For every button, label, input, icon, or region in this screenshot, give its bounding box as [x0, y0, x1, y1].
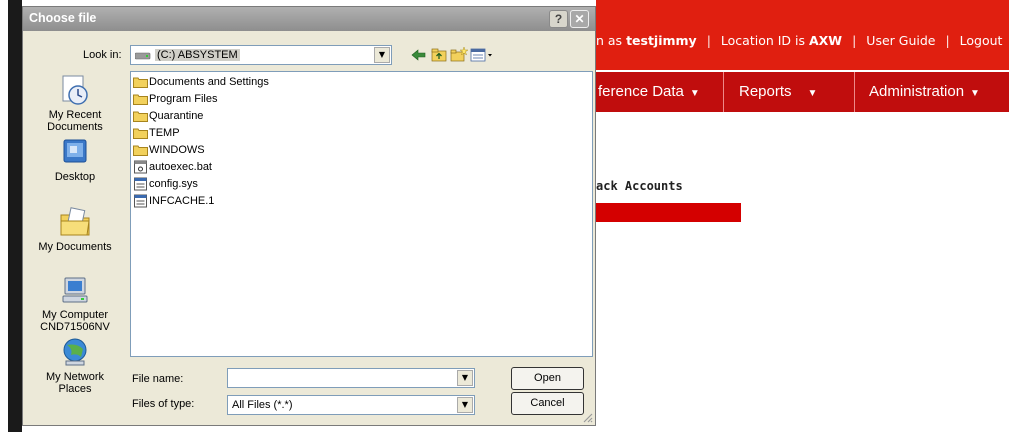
- cancel-button[interactable]: Cancel: [511, 392, 584, 415]
- dialog-title: Choose file: [29, 11, 97, 25]
- file-name: Program Files: [149, 93, 218, 105]
- file-name: WINDOWS: [149, 144, 205, 156]
- look-in-label: Look in:: [83, 49, 122, 61]
- system-file-icon: [134, 177, 147, 191]
- place-label: My Network Places: [27, 371, 123, 395]
- nav-reports-label: Reports: [739, 83, 792, 100]
- folder-icon: [133, 145, 148, 157]
- network-places-icon: [63, 338, 87, 366]
- separator: |: [706, 33, 711, 48]
- list-item[interactable]: autoexec.bat: [133, 159, 212, 175]
- folder-icon: [133, 111, 148, 123]
- separator: |: [945, 33, 950, 48]
- separator: |: [852, 33, 857, 48]
- folder-icon: [133, 128, 148, 140]
- user-bar: n as testjimmy | Location ID is AXW | Us…: [596, 33, 1009, 48]
- chevron-down-icon[interactable]: ▼: [457, 370, 473, 386]
- place-label: Desktop: [27, 171, 123, 183]
- file-type-label: Files of type:: [132, 398, 195, 410]
- list-item[interactable]: Documents and Settings: [133, 74, 269, 90]
- nav-administration-label: Administration: [869, 83, 965, 100]
- place-label-text: Desktop: [54, 171, 96, 183]
- logout-link[interactable]: Logout: [960, 33, 1003, 48]
- file-name: autoexec.bat: [149, 161, 212, 173]
- file-name: INFCACHE.1: [149, 195, 215, 207]
- drive-icon: [135, 52, 151, 60]
- place-label-text: My Recent Documents: [47, 109, 103, 133]
- system-file-icon: [134, 194, 147, 208]
- file-name: TEMP: [149, 127, 180, 139]
- place-label: My Documents: [27, 241, 123, 253]
- place-my-documents[interactable]: My Documents: [27, 205, 123, 253]
- list-item[interactable]: Program Files: [133, 91, 217, 107]
- chevron-down-icon: ▼: [970, 88, 980, 99]
- list-item[interactable]: WINDOWS: [133, 142, 205, 158]
- list-item[interactable]: TEMP: [133, 125, 180, 141]
- place-label-text: My Network Places: [45, 371, 105, 395]
- chevron-down-icon: ▼: [807, 88, 818, 99]
- left-edge-dark: [8, 0, 22, 432]
- main-nav: ference Data ▼ Reports ▼ Administration ▼: [596, 72, 1009, 112]
- file-name: Quarantine: [149, 110, 204, 122]
- login-prefix: n as: [596, 33, 623, 48]
- place-recent-documents[interactable]: My Recent Documents: [27, 73, 123, 133]
- file-name: config.sys: [149, 178, 198, 190]
- file-name-label: File name:: [132, 373, 184, 385]
- places-bar: My Recent Documents Desktop My Documents: [27, 65, 123, 415]
- my-computer-icon: [62, 277, 88, 303]
- list-item[interactable]: INFCACHE.1: [133, 193, 214, 209]
- back-arrow-icon[interactable]: [409, 46, 429, 64]
- place-label-text: My Computer CND71506NV: [40, 309, 110, 333]
- chevron-down-icon[interactable]: ▼: [374, 47, 390, 63]
- section-title: ack Accounts: [596, 179, 683, 193]
- file-type-select[interactable]: All Files (*.*) ▼: [227, 395, 475, 415]
- look-in-select[interactable]: (C:) ABSYSTEM ▼: [130, 45, 392, 65]
- place-desktop[interactable]: Desktop: [27, 137, 123, 183]
- look-in-value: (C:) ABSYSTEM: [155, 49, 240, 61]
- batch-file-icon: [134, 160, 147, 174]
- list-item[interactable]: config.sys: [133, 176, 198, 192]
- file-type-value: All Files (*.*): [232, 399, 293, 411]
- open-button[interactable]: Open: [511, 367, 584, 390]
- views-menu-icon[interactable]: [469, 46, 497, 64]
- list-item[interactable]: Quarantine: [133, 108, 203, 124]
- location-text: Location ID is: [720, 33, 806, 48]
- username: testjimmy: [626, 33, 697, 48]
- user-guide-link[interactable]: User Guide: [866, 33, 935, 48]
- nav-reference-data-label: ference Data: [598, 83, 684, 100]
- nav-administration[interactable]: Administration ▼: [869, 72, 980, 112]
- red-header-bar: [596, 203, 741, 222]
- place-my-computer[interactable]: My Computer CND71506NV: [27, 275, 123, 333]
- help-button[interactable]: ?: [549, 10, 568, 28]
- place-label-text: My Documents: [38, 241, 112, 253]
- place-network[interactable]: My Network Places: [27, 337, 123, 395]
- close-button[interactable]: ✕: [570, 10, 589, 28]
- resize-grip-icon[interactable]: [581, 411, 593, 423]
- recent-documents-icon: [62, 75, 88, 105]
- nav-reports[interactable]: Reports ▼: [739, 72, 817, 112]
- file-name: Documents and Settings: [149, 76, 269, 88]
- choose-file-dialog: Choose file ? ✕ Look in: (C:) ABSYSTEM ▼: [22, 6, 596, 426]
- my-documents-icon: [60, 207, 90, 236]
- place-label: My Recent Documents: [27, 109, 123, 133]
- dialog-titlebar[interactable]: Choose file ? ✕: [23, 7, 595, 31]
- left-edge: [0, 0, 22, 432]
- up-folder-icon[interactable]: [429, 46, 449, 64]
- file-list[interactable]: Documents and Settings Program Files Qua…: [130, 71, 593, 357]
- nav-divider: [723, 72, 724, 112]
- desktop-icon: [63, 139, 87, 163]
- nav-reference-data[interactable]: ference Data ▼: [598, 72, 700, 112]
- nav-divider: [854, 72, 855, 112]
- place-label: My Computer CND71506NV: [27, 309, 123, 333]
- chevron-down-icon: ▼: [689, 88, 700, 99]
- folder-icon: [133, 94, 148, 106]
- folder-icon: [133, 77, 148, 89]
- new-folder-icon[interactable]: [449, 46, 469, 64]
- file-name-input[interactable]: ▼: [227, 368, 475, 388]
- location-id: AXW: [809, 33, 843, 48]
- chevron-down-icon[interactable]: ▼: [457, 397, 473, 413]
